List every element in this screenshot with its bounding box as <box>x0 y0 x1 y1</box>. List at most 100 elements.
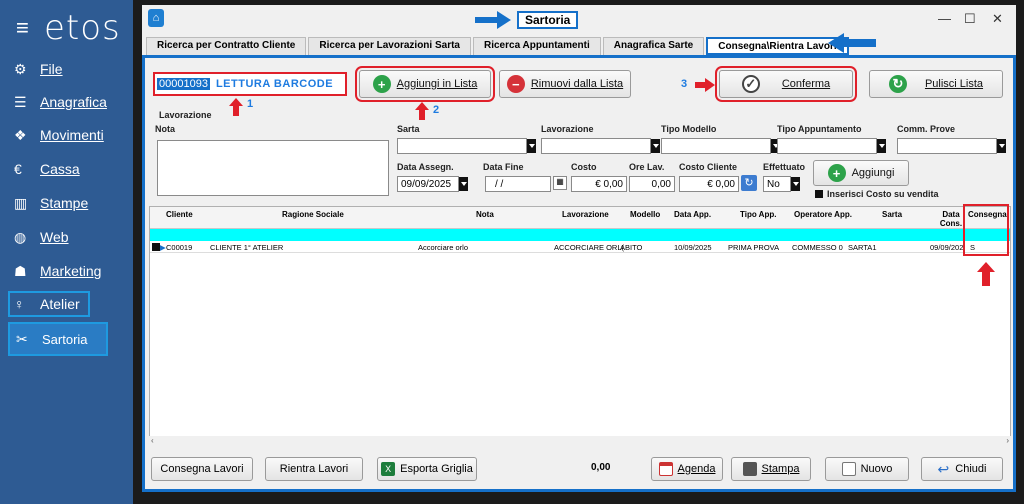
recalc-icon[interactable]: ↻ <box>741 175 757 191</box>
table-cell: SARTA1 <box>848 243 877 252</box>
effettuato-select[interactable]: No <box>763 176 800 192</box>
plus-icon: + <box>372 75 391 93</box>
sidebar-item-marketing[interactable]: ☗ Marketing <box>14 258 101 284</box>
column-header[interactable]: Data Cons. <box>938 210 964 228</box>
minimize-icon[interactable]: — <box>938 11 951 26</box>
lavorazione-select[interactable] <box>541 138 660 154</box>
grid-filter-row[interactable] <box>150 229 1010 241</box>
users-icon: ☗ <box>14 262 27 279</box>
data-assegn-value: 09/09/2025 <box>401 178 452 190</box>
red-arrow-up-icon <box>229 98 243 116</box>
lavorazione-label: Lavorazione <box>541 124 594 134</box>
column-header[interactable]: Tipo App. <box>740 210 776 219</box>
tab-bar: Ricerca per Contratto Cliente Ricerca pe… <box>146 37 851 55</box>
column-header[interactable]: Cliente <box>166 210 193 219</box>
tab-ricerca-contratto[interactable]: Ricerca per Contratto Cliente <box>146 37 307 55</box>
horizontal-scrollbar[interactable]: ‹ › <box>149 436 1011 446</box>
tab-ricerca-appuntamenti[interactable]: Ricerca Appuntamenti <box>473 37 601 55</box>
column-header[interactable]: Nota <box>476 210 494 219</box>
chevron-down-icon <box>651 139 660 153</box>
calendar-icon[interactable]: ▦ <box>553 176 567 190</box>
blue-arrow-left-icon <box>828 33 876 53</box>
inserisci-costo-label: Inserisci Costo su vendita <box>827 189 939 199</box>
barcode-input[interactable]: 00001093 LETTURA BARCODE <box>153 72 347 96</box>
costo-field[interactable]: € 0,00 <box>571 176 627 192</box>
nota-textarea[interactable] <box>157 140 389 196</box>
maximize-icon[interactable]: ☐ <box>964 11 976 27</box>
tipo-appuntamento-select[interactable] <box>777 138 886 154</box>
barcode-hint: LETTURA BARCODE <box>215 78 334 90</box>
data-fine-field[interactable]: / / <box>485 176 551 192</box>
nuovo-button[interactable]: Nuovo <box>825 457 909 481</box>
chevron-down-icon <box>527 139 536 153</box>
data-assegn-label: Data Assegn. <box>397 162 454 172</box>
sidebar-item-label: Stampe <box>40 195 89 211</box>
calendar-dropdown-icon[interactable] <box>459 177 468 191</box>
confirm-button[interactable]: ✓ Conferma <box>715 66 857 102</box>
tab-anagrafica-sarte[interactable]: Anagrafica Sarte <box>602 37 705 55</box>
person-icon: ♀ <box>14 296 25 312</box>
sarta-select[interactable] <box>397 138 536 154</box>
sidebar-item-sartoria[interactable]: ✂ Sartoria <box>8 322 108 356</box>
sidebar-item-label: Atelier <box>40 296 80 312</box>
column-header[interactable]: Ragione Sociale <box>282 210 344 219</box>
title-bar: ⌂ Sartoria — ☐ ✕ <box>142 5 1016 33</box>
cubes-icon: ❖ <box>14 126 27 143</box>
costo-cliente-field[interactable]: € 0,00 <box>679 176 739 192</box>
consegna-lavori-button[interactable]: Consegna Lavori <box>151 457 253 481</box>
tipo-modello-select[interactable] <box>661 138 780 154</box>
clear-list-label: Pulisci Lista <box>924 78 984 90</box>
grid-header: Cliente Ragione Sociale Nota Lavorazione… <box>150 207 1010 229</box>
table-cell: 10/09/2025 <box>674 243 712 252</box>
lavorazione-section-label: Lavorazione <box>159 110 212 120</box>
sidebar-item-stampe[interactable]: ▥ Stampe <box>14 190 88 216</box>
column-header[interactable]: Sarta <box>882 210 902 219</box>
tipo-appuntamento-label: Tipo Appuntamento <box>777 124 862 134</box>
sidebar-item-file[interactable]: ⚙ File <box>14 56 63 82</box>
data-assegn-field[interactable]: 09/09/2025 <box>397 176 468 192</box>
aggiungi-button[interactable]: + Aggiungi <box>813 160 909 186</box>
sarta-label: Sarta <box>397 124 420 134</box>
remove-from-list-button[interactable]: − Rimuovi dalla Lista <box>499 70 631 98</box>
esporta-griglia-button[interactable]: X Esporta Griglia <box>377 457 477 481</box>
sidebar-item-label: File <box>40 61 63 77</box>
column-header[interactable]: Operatore App. <box>794 210 852 219</box>
rientra-lavori-button[interactable]: Rientra Lavori <box>265 457 363 481</box>
table-cell: Accorciare orlo <box>418 243 469 252</box>
stampa-label: Stampa <box>761 463 800 475</box>
scroll-right-icon[interactable]: › <box>1006 436 1009 445</box>
refresh-icon: ↻ <box>888 75 907 93</box>
close-icon[interactable]: ✕ <box>992 11 1003 27</box>
sidebar-item-atelier[interactable]: ♀ Atelier <box>8 291 90 317</box>
sidebar-item-anagrafica[interactable]: ☰ Anagrafica <box>14 89 107 115</box>
red-arrow-up-icon <box>415 102 429 120</box>
chevron-down-icon <box>791 177 800 191</box>
rientra-lavori-label: Rientra Lavori <box>279 463 349 475</box>
sidebar-item-label: Anagrafica <box>40 94 107 110</box>
hamburger-menu-icon[interactable]: ≡ <box>16 15 44 41</box>
row-selector-icon <box>152 243 160 251</box>
table-row[interactable]: ▶ C00019 CLIENTE 1° ATELIER Accorciare o… <box>150 241 1010 253</box>
column-header[interactable]: Lavorazione <box>562 210 609 219</box>
chiudi-button[interactable]: ↩ Chiudi <box>921 457 1003 481</box>
new-document-icon <box>841 462 856 476</box>
comm-prove-select[interactable] <box>897 138 1006 154</box>
table-cell: PRIMA PROVA <box>728 243 780 252</box>
nuovo-label: Nuovo <box>860 463 893 475</box>
column-header[interactable]: Modello <box>630 210 660 219</box>
add-to-list-label: Aggiungi in Lista <box>396 78 478 90</box>
column-header[interactable]: Data App. <box>674 210 711 219</box>
sidebar-item-cassa[interactable]: € Cassa <box>14 156 80 182</box>
scroll-left-icon[interactable]: ‹ <box>151 436 154 445</box>
sidebar-item-movimenti[interactable]: ❖ Movimenti <box>14 122 104 148</box>
sidebar-item-web[interactable]: ◍ Web <box>14 224 69 250</box>
tab-ricerca-lavorazioni[interactable]: Ricerca per Lavorazioni Sarta <box>308 37 471 55</box>
ore-lav-field[interactable]: 0,00 <box>629 176 675 192</box>
clear-list-button[interactable]: ↻ Pulisci Lista <box>869 70 1003 98</box>
table-cell: ACCORCIARE ORL( <box>554 243 625 252</box>
plus-icon: + <box>827 164 846 182</box>
agenda-button[interactable]: Agenda <box>651 457 723 481</box>
add-to-list-button[interactable]: + Aggiungi in Lista <box>355 66 495 102</box>
stampa-button[interactable]: Stampa <box>731 457 811 481</box>
inserisci-costo-checkbox[interactable] <box>815 190 823 198</box>
